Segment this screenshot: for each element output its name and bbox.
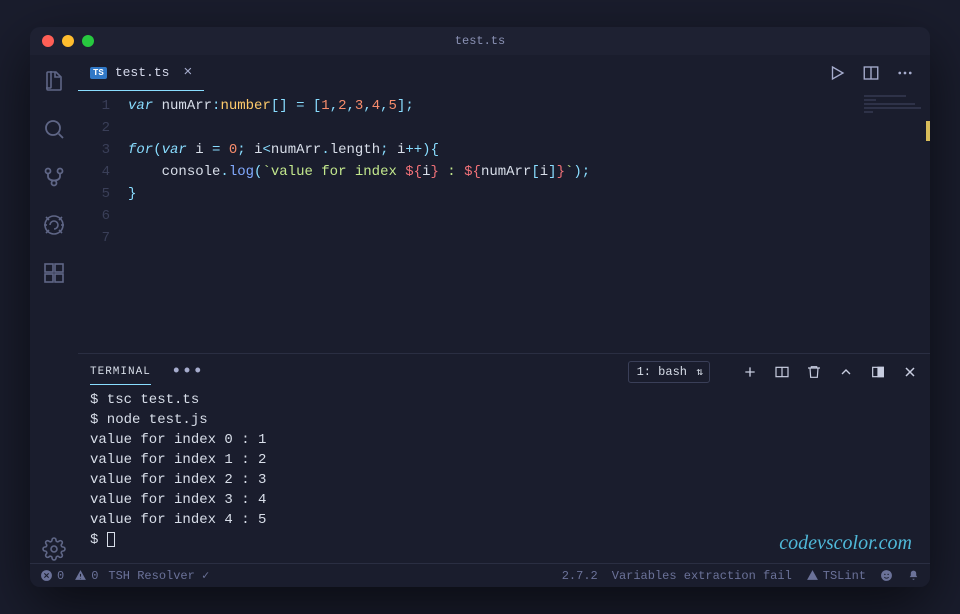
code-content[interactable]: var numArr:number[] = [1,2,3,4,5]; for(v… (128, 95, 930, 353)
panel-more-icon[interactable]: ••• (167, 362, 207, 382)
line-gutter: 1 2 3 4 5 6 7 (78, 95, 128, 353)
extraction-status[interactable]: Variables extraction fail (612, 569, 792, 583)
tab-close-icon[interactable]: × (183, 64, 192, 81)
line-number: 1 (78, 95, 110, 117)
version-status[interactable]: 2.7.2 (562, 569, 598, 583)
close-panel-icon[interactable] (902, 364, 918, 380)
window-minimize-button[interactable] (62, 35, 74, 47)
scroll-indicator[interactable] (926, 121, 930, 141)
terminal-line: value for index 4 : 5 (90, 510, 918, 530)
explorer-icon[interactable] (40, 67, 68, 95)
warnings-status[interactable]: 0 (74, 569, 98, 583)
code-editor[interactable]: 1 2 3 4 5 6 7 var numArr:number[] = [1,2… (78, 91, 930, 353)
tslint-status[interactable]: TSLint (806, 569, 866, 583)
editor-window: test.ts (30, 27, 930, 587)
terminal-line: value for index 1 : 2 (90, 450, 918, 470)
debug-icon[interactable] (40, 211, 68, 239)
terminal-select[interactable]: 1: bash (628, 361, 710, 383)
main-area: TS test.ts × (30, 55, 930, 563)
terminal-line: $ tsc test.ts (90, 390, 918, 410)
terminal-line: value for index 2 : 3 (90, 470, 918, 490)
terminal-line: $ node test.js (90, 410, 918, 430)
source-control-icon[interactable] (40, 163, 68, 191)
activity-bar (30, 55, 78, 563)
window-close-button[interactable] (42, 35, 54, 47)
editor-actions (828, 55, 930, 91)
window-maximize-button[interactable] (82, 35, 94, 47)
window-title: test.ts (455, 34, 505, 48)
cursor-icon (107, 532, 115, 547)
line-number: 5 (78, 183, 110, 205)
panel-tabs: TERMINAL ••• 1: bash (78, 354, 930, 390)
content-area: TS test.ts × (78, 55, 930, 563)
tabs-bar: TS test.ts × (78, 55, 930, 91)
extensions-icon[interactable] (40, 259, 68, 287)
errors-status[interactable]: 0 (40, 569, 64, 583)
chevron-up-icon[interactable] (838, 364, 854, 380)
run-icon[interactable] (828, 64, 846, 82)
trash-icon[interactable] (806, 364, 822, 380)
status-bar: 0 0 TSH Resolver ✓ 2.7.2 Variables extra… (30, 563, 930, 587)
more-actions-icon[interactable] (896, 64, 914, 82)
titlebar: test.ts (30, 27, 930, 55)
search-icon[interactable] (40, 115, 68, 143)
bell-icon[interactable] (907, 569, 920, 582)
new-terminal-icon[interactable] (742, 364, 758, 380)
line-number: 7 (78, 227, 110, 249)
line-number: 6 (78, 205, 110, 227)
maximize-panel-icon[interactable] (870, 364, 886, 380)
tab-test-ts[interactable]: TS test.ts × (78, 55, 204, 91)
terminal-line: value for index 3 : 4 (90, 490, 918, 510)
split-terminal-icon[interactable] (774, 364, 790, 380)
line-number: 4 (78, 161, 110, 183)
resolver-status[interactable]: TSH Resolver ✓ (108, 568, 209, 583)
split-editor-icon[interactable] (862, 64, 880, 82)
minimap[interactable] (864, 95, 924, 125)
tab-label: test.ts (115, 65, 170, 80)
terminal-line: value for index 0 : 1 (90, 430, 918, 450)
line-number: 2 (78, 117, 110, 139)
watermark: codevscolor.com (779, 532, 912, 555)
settings-gear-icon[interactable] (40, 535, 68, 563)
terminal-tab[interactable]: TERMINAL (90, 360, 151, 385)
ts-file-icon: TS (90, 67, 107, 79)
line-number: 3 (78, 139, 110, 161)
traffic-lights (42, 35, 94, 47)
feedback-smiley-icon[interactable] (880, 569, 893, 582)
